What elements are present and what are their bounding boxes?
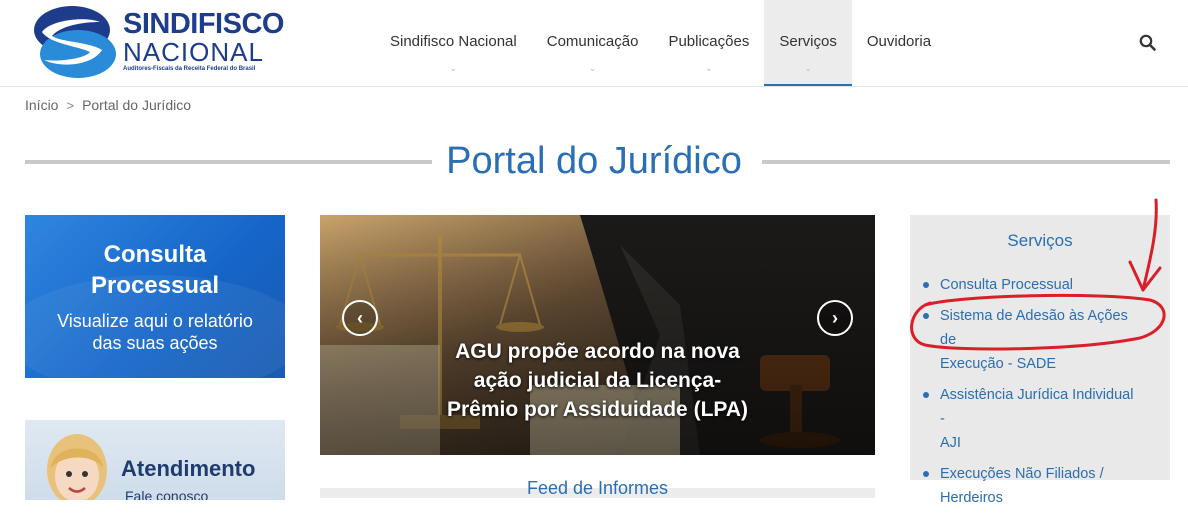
breadcrumb-current: Portal do Jurídico xyxy=(82,97,192,113)
sidebar-item-label: Assistência Jurídica Individual - xyxy=(940,387,1134,427)
banner-heading-line: Consulta xyxy=(103,241,207,268)
site-header: SINDIFISCO NACIONAL Auditores-Fiscais da… xyxy=(0,0,1188,87)
caption-line: ação judicial da Licença- xyxy=(473,369,722,392)
banner-heading-line: Processual xyxy=(90,272,220,299)
banner-subtext-line: das suas ações xyxy=(92,333,218,353)
nav-item-servicos[interactable]: Serviços ⌄ xyxy=(764,0,852,86)
logo-subtitle: NACIONAL xyxy=(123,37,264,67)
carousel-prev-button[interactable]: ‹ xyxy=(342,300,378,336)
banner-subtext: Visualize aqui o relatório das suas açõe… xyxy=(25,310,285,354)
banner-heading: Atendimento xyxy=(121,456,256,481)
feed-title: Feed de Informes xyxy=(526,478,669,498)
chevron-down-icon: ⌄ xyxy=(588,63,597,73)
sidebar-item-consulta-processual[interactable]: Consulta Processual xyxy=(923,273,1140,297)
nav-item-publicacoes[interactable]: Publicações ⌄ xyxy=(653,0,764,86)
sidebar-item-label: Herdeiros xyxy=(940,490,1003,506)
breadcrumb-home-link[interactable]: Início xyxy=(25,97,58,113)
chevron-down-icon: ⌄ xyxy=(449,63,458,73)
nav-label: Publicações xyxy=(668,33,750,50)
attendant-avatar xyxy=(47,434,107,500)
slide-caption[interactable]: AGU propõe acordo na nova ação judicial … xyxy=(420,337,775,424)
consulta-processual-banner[interactable]: Consulta Processual Visualize aqui o rel… xyxy=(25,215,285,378)
carousel-next-button[interactable]: › xyxy=(817,300,853,336)
sidebar-title: Serviços xyxy=(1007,231,1073,250)
chevron-right-icon: › xyxy=(832,307,838,328)
sidebar-item-execucoes-nao-filiados[interactable]: Execuções Não Filiados / Herdeiros xyxy=(923,462,1140,510)
banner-subtext: Fale conosco xyxy=(125,488,209,500)
caption-line: Prêmio por Assiduidade (LPA) xyxy=(446,398,749,421)
servicos-sidebar: Serviços Consulta Processual Sistema de … xyxy=(910,215,1170,506)
sidebar-item-label: Execução - SADE xyxy=(940,356,1057,372)
nav-label: Ouvidoria xyxy=(866,33,932,50)
search-icon[interactable] xyxy=(1138,33,1158,53)
sidebar-item-label: Consulta Processual xyxy=(940,277,1073,293)
sidebar-item-label: AJI xyxy=(940,435,961,451)
logo-swoosh-icon xyxy=(34,6,116,78)
sindifisco-logo[interactable]: SINDIFISCO NACIONAL Auditores-Fiscais da… xyxy=(30,2,284,80)
sidebar-item-aji[interactable]: Assistência Jurídica Individual - AJI xyxy=(923,383,1140,455)
nav-label: Serviços xyxy=(779,33,837,50)
sidebar-item-label: Sistema de Adesão às Ações de xyxy=(940,308,1128,348)
breadcrumb: Início > Portal do Jurídico xyxy=(25,97,191,113)
chevron-left-icon: ‹ xyxy=(357,307,363,328)
logo-tagline: Auditores-Fiscais da Receita Federal do … xyxy=(123,66,256,72)
news-carousel[interactable]: AGU propõe acordo na nova ação judicial … xyxy=(320,215,875,455)
nav-label: Sindifisco Nacional xyxy=(390,33,517,50)
logo-title: SINDIFISCO xyxy=(123,8,284,40)
banner-subtext-line: Visualize aqui o relatório xyxy=(57,311,253,331)
nav-item-comunicacao[interactable]: Comunicação ⌄ xyxy=(532,0,654,86)
chevron-down-icon: ⌄ xyxy=(804,63,812,73)
breadcrumb-separator: > xyxy=(66,97,75,113)
servicos-list: Consulta Processual Sistema de Adesão às… xyxy=(910,273,1140,517)
page-title: Portal do Jurídico xyxy=(446,140,742,182)
chevron-down-icon: ⌄ xyxy=(705,63,713,73)
main-nav: Sindifisco Nacional ⌄ Comunicação ⌄ Publ… xyxy=(375,0,946,86)
banner-heading: Consulta Processual xyxy=(25,239,285,301)
nav-label: Comunicação xyxy=(546,33,639,50)
nav-item-ouvidoria[interactable]: Ouvidoria xyxy=(852,0,946,86)
sidebar-item-label: Execuções Não Filiados / xyxy=(940,466,1104,482)
caption-line: AGU propõe acordo na nova xyxy=(455,340,740,363)
atendimento-banner[interactable]: Atendimento Fale conosco xyxy=(25,420,285,500)
nav-item-sindifisco-nacional[interactable]: Sindifisco Nacional ⌄ xyxy=(375,0,532,86)
sidebar-item-sade[interactable]: Sistema de Adesão às Ações de Execução -… xyxy=(923,304,1140,376)
